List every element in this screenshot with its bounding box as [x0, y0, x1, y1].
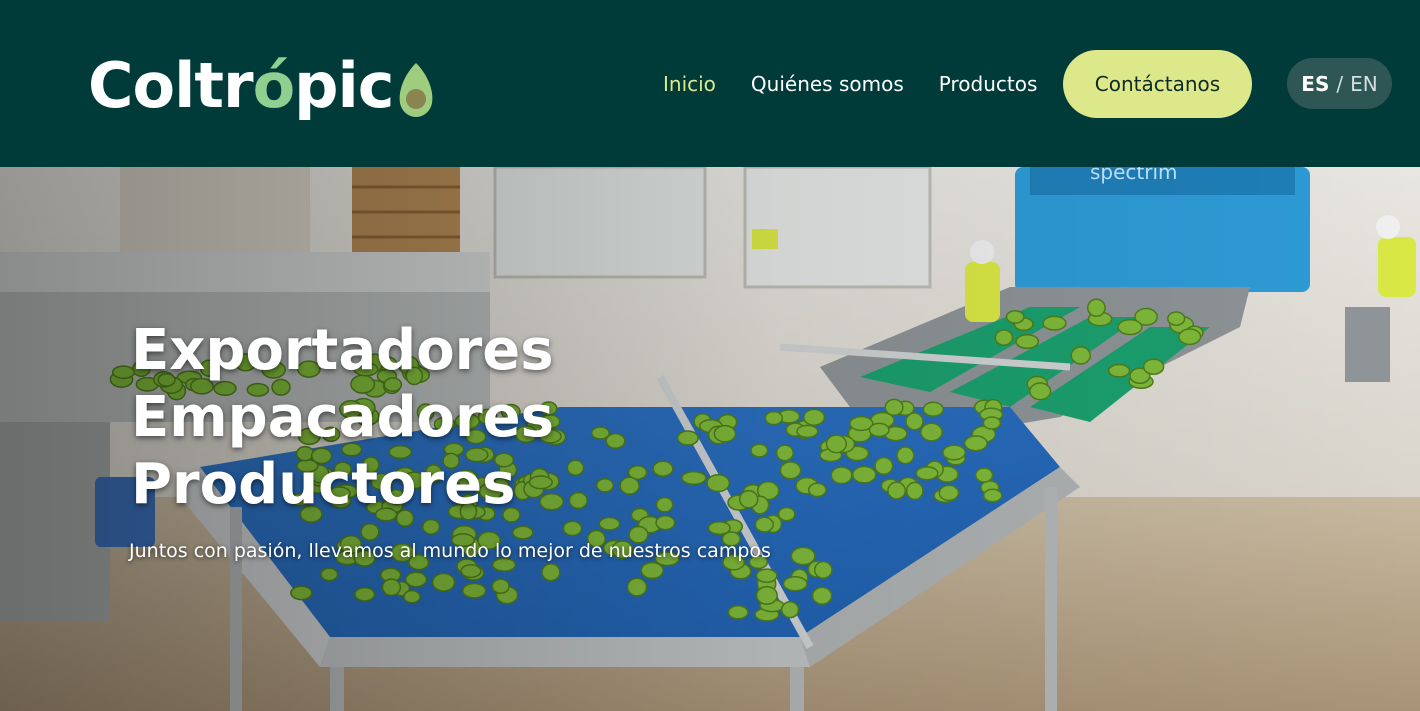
contact-button[interactable]: Contáctanos	[1063, 50, 1252, 118]
hero-section: spectrim	[0, 167, 1420, 711]
hero-subtitle: Juntos con pasión, llevamos al mundo lo …	[129, 540, 771, 562]
logo[interactable]: Coltrópic	[88, 38, 458, 133]
language-separator: /	[1336, 71, 1344, 96]
hero-headline: Exportadores Empacadores Productores	[131, 317, 554, 518]
language-es[interactable]: ES	[1301, 72, 1329, 96]
avocado-icon	[396, 61, 436, 119]
hero-line-empacadores: Empacadores	[131, 385, 554, 450]
nav-link-productos[interactable]: Productos	[939, 72, 1038, 96]
nav-link-quienes-somos[interactable]: Quiénes somos	[751, 72, 904, 96]
language-en[interactable]: EN	[1350, 72, 1378, 96]
language-switcher: ES / EN	[1287, 58, 1392, 109]
main-nav: Inicio Quiénes somos Productos	[663, 50, 1072, 118]
nav-link-inicio[interactable]: Inicio	[663, 72, 716, 96]
hero-line-exportadores: Exportadores	[131, 318, 554, 383]
logo-wordmark: Coltrópic	[88, 48, 395, 122]
site-header: Coltrópic Inicio Quiénes somos Productos…	[0, 0, 1420, 167]
hero-line-productores: Productores	[131, 452, 516, 517]
